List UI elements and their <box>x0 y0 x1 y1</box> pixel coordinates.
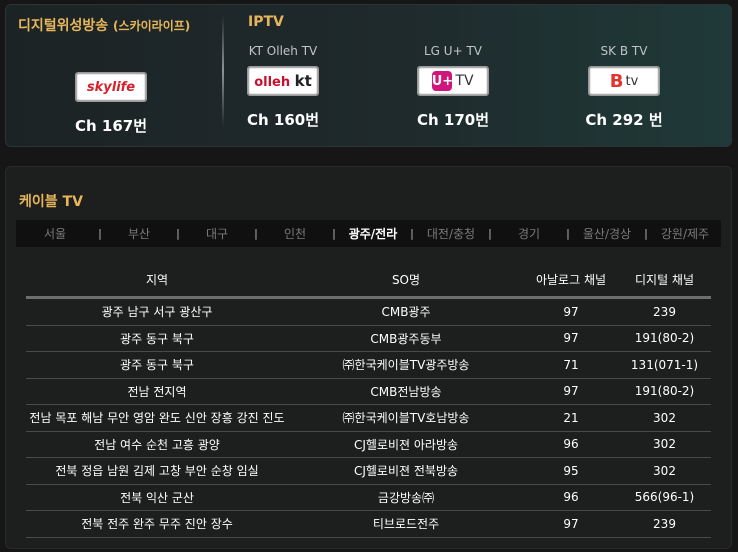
cable-title: 케이블 TV <box>19 194 83 210</box>
cell-so-name: 금강방송㈜ <box>288 484 524 511</box>
tab-separator: | <box>410 227 414 240</box>
cell-so-name: CJ헬로비젼 아라방송 <box>288 431 524 458</box>
satellite-title: 디지털위성방송 (스카이라이프) <box>18 18 191 34</box>
broadcast-panel: 디지털위성방송 (스카이라이프) skylife Ch 167번 IPTV KT… <box>5 4 732 147</box>
cell-region: 광주 동구 북구 <box>26 351 288 379</box>
header-region: 지역 <box>26 262 288 299</box>
header-so-name: SO명 <box>288 262 524 299</box>
cell-so-name: CMB광주동부 <box>288 325 524 352</box>
tab-separator: | <box>644 227 648 240</box>
provider-lg: LG U+ TV U+ TV Ch 170번 <box>388 44 518 130</box>
cell-region: 광주 동구 북구 <box>26 325 288 352</box>
cell-analog: 96 <box>524 484 618 511</box>
cell-digital: 191(80-2) <box>618 325 711 352</box>
tab-ulsan-gyeongsang[interactable]: 울산/경상 <box>574 225 640 242</box>
cell-so-name: CMB광주 <box>288 297 524 326</box>
tab-separator: | <box>98 227 102 240</box>
cell-region: 전북 익산 군산 <box>26 484 288 511</box>
table-row: 전남 여수 순천 고흥 광양 CJ헬로비젼 아라방송 96 302 <box>26 431 711 458</box>
tab-gangwon-jeju[interactable]: 강원/제주 <box>652 225 718 242</box>
channel-kt: Ch 160번 <box>246 111 320 129</box>
cell-region: 전남 전지역 <box>26 378 288 405</box>
table-row: 전북 익산 군산 금강방송㈜ 96 566(96-1) <box>26 484 711 511</box>
cell-so-name: 티브로드전주 <box>288 510 524 538</box>
cell-analog: 97 <box>524 325 618 352</box>
table-row: 광주 동구 북구 CMB광주동부 97 191(80-2) <box>26 325 711 352</box>
cell-region: 광주 남구 서구 광산구 <box>26 297 288 326</box>
cell-so-name: CMB전남방송 <box>288 378 524 405</box>
cell-digital: 302 <box>618 457 711 485</box>
header-analog-channel: 아날로그 채널 <box>524 262 618 299</box>
table-row: 전남 목포 해남 무안 영암 완도 신안 장흥 강진 진도 ㈜한국케이블TV호남방… <box>26 404 711 432</box>
tab-incheon[interactable]: 인천 <box>262 225 328 242</box>
tab-daegu[interactable]: 대구 <box>184 225 250 242</box>
tab-gyeonggi[interactable]: 경기 <box>496 225 562 242</box>
cell-analog: 96 <box>524 431 618 458</box>
cell-digital: 302 <box>618 431 711 458</box>
tab-gwangju-jeolla[interactable]: 광주/전라 <box>340 225 406 242</box>
cell-digital: 239 <box>618 297 711 326</box>
iptv-title: IPTV <box>248 14 284 30</box>
cell-region: 전북 전주 완주 무주 진안 장수 <box>26 510 288 538</box>
cell-region: 전남 여수 순천 고흥 광양 <box>26 431 288 458</box>
channel-lg: Ch 170번 <box>416 111 490 129</box>
provider-sk: SK B TV B tv Ch 292 번 <box>559 44 689 130</box>
lg-uplus-logo: U+ TV <box>417 66 489 96</box>
so-channel-table: 지역 SO명 아날로그 채널 디지털 채널 광주 남구 서구 광산구 CMB광주 9… <box>26 262 711 538</box>
region-tabs: 서울 | 부산 | 대구 | 인천 | 광주/전라 | 대전/충청 | 경기 |… <box>16 220 721 247</box>
olleh-kt-logo: olleh kt <box>247 66 319 96</box>
tab-seoul[interactable]: 서울 <box>16 225 94 242</box>
tab-separator: | <box>566 227 570 240</box>
cell-analog: 95 <box>524 457 618 485</box>
cell-digital: 566(96-1) <box>618 484 711 511</box>
provider-name-sk: SK B TV <box>600 44 648 58</box>
cell-digital: 131(071-1) <box>618 351 711 379</box>
provider-name-kt: KT Olleh TV <box>248 44 318 58</box>
table-row: 광주 동구 북구 ㈜한국케이블TV광주방송 71 131(071-1) <box>26 351 711 379</box>
cell-region: 전북 정읍 남원 김제 고창 부안 순창 임실 <box>26 457 288 485</box>
cell-so-name: ㈜한국케이블TV호남방송 <box>288 404 524 432</box>
tab-daejeon-chungcheong[interactable]: 대전/충청 <box>418 225 484 242</box>
cell-digital: 191(80-2) <box>618 378 711 405</box>
cell-digital: 302 <box>618 404 711 432</box>
tab-separator: | <box>488 227 492 240</box>
table-row: 광주 남구 서구 광산구 CMB광주 97 239 <box>26 297 711 326</box>
cell-analog: 97 <box>524 378 618 405</box>
tab-busan[interactable]: 부산 <box>106 225 172 242</box>
cell-analog: 71 <box>524 351 618 379</box>
channel-skylife: Ch 167번 <box>74 117 148 135</box>
provider-kt: KT Olleh TV olleh kt Ch 160번 <box>218 44 348 130</box>
cell-so-name: CJ헬로비젼 전북방송 <box>288 457 524 485</box>
table-row: 전남 전지역 CMB전남방송 97 191(80-2) <box>26 378 711 405</box>
table-row: 전북 전주 완주 무주 진안 장수 티브로드전주 97 239 <box>26 510 711 538</box>
tab-separator: | <box>332 227 336 240</box>
cell-region: 전남 목포 해남 무안 영암 완도 신안 장흥 강진 진도 <box>26 404 288 432</box>
table-row: 전북 정읍 남원 김제 고창 부안 순창 임실 CJ헬로비젼 전북방송 95 302 <box>26 457 711 485</box>
skylife-logo-text: skylife <box>86 79 136 95</box>
provider-name-lg: LG U+ TV <box>424 44 482 58</box>
sk-btv-logo: B tv <box>588 66 660 96</box>
cell-analog: 97 <box>524 510 618 538</box>
cell-digital: 239 <box>618 510 711 538</box>
tab-separator: | <box>176 227 180 240</box>
channel-sk: Ch 292 번 <box>585 111 663 129</box>
cable-panel: 케이블 TV 서울 | 부산 | 대구 | 인천 | 광주/전라 | 대전/충청… <box>5 166 732 549</box>
cell-analog: 21 <box>524 404 618 432</box>
table-header-row: 지역 SO명 아날로그 채널 디지털 채널 <box>26 262 711 299</box>
provider-skylife: skylife Ch 167번 <box>46 50 176 136</box>
cell-analog: 97 <box>524 297 618 326</box>
skylife-logo: skylife <box>75 72 147 102</box>
header-digital-channel: 디지털 채널 <box>618 262 711 299</box>
tab-separator: | <box>254 227 258 240</box>
cell-so-name: ㈜한국케이블TV광주방송 <box>288 351 524 379</box>
